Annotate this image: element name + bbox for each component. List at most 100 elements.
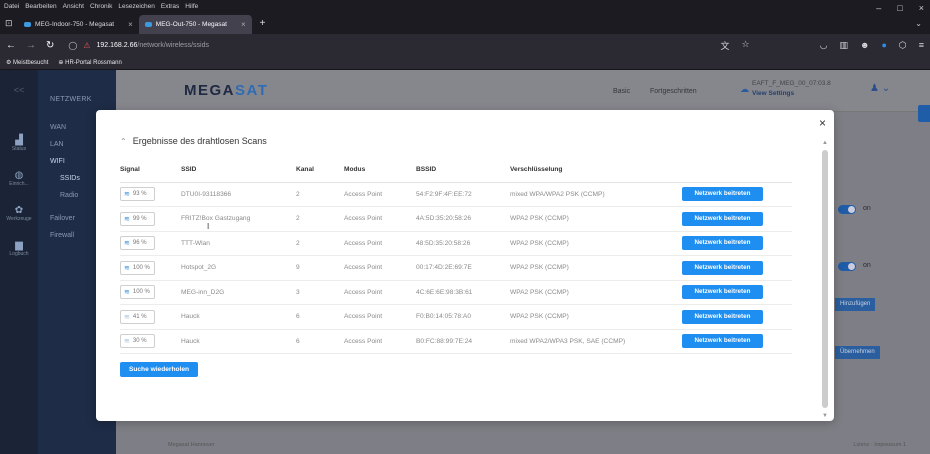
user-icon[interactable]: ♟ ⌄	[870, 83, 890, 94]
channel-cell: 2	[296, 206, 344, 232]
col-bssid: BSSID	[416, 158, 510, 183]
mode-cell: Access Point	[344, 182, 416, 207]
browser-tab-2[interactable]: MEG-Out-750 - Megasat ×	[138, 15, 252, 34]
browser-tab-1[interactable]: MEG-Indoor-750 - Megasat ×	[18, 15, 139, 34]
menu-item-ansicht[interactable]: Ansicht	[63, 3, 84, 10]
action-cell: Netzwerk beitreten	[682, 231, 792, 256]
gear-icon: ✿	[14, 205, 24, 216]
encryption-cell: WPA2 PSK (CCMP)	[510, 280, 682, 305]
side-panel-tab[interactable]	[918, 105, 930, 122]
tab-overflow-icon[interactable]: ⌄	[915, 19, 922, 28]
join-network-button[interactable]: Netzwerk beitreten	[682, 334, 763, 349]
mode-cell: Access Point	[344, 206, 416, 232]
ssid-cell: Hauck	[181, 329, 296, 354]
apply-button[interactable]: Übernehmen	[835, 346, 880, 359]
maximize-icon[interactable]: □	[897, 3, 902, 13]
rail-status[interactable]: ▟ Status	[0, 135, 38, 152]
view-settings-link[interactable]: View Settings	[752, 90, 794, 97]
library-icon[interactable]: ▥	[839, 40, 848, 51]
encryption-cell: mixed WPA/WPA2 PSK (CCMP)	[510, 182, 682, 207]
join-network-button[interactable]: Netzwerk beitreten	[682, 187, 763, 202]
menu-item-bearbeiten[interactable]: Bearbeiten	[25, 3, 56, 10]
collapse-icon[interactable]: <<	[0, 85, 38, 95]
mode-cell: Access Point	[344, 304, 416, 330]
menu-item-hilfe[interactable]: Hilfe	[185, 3, 198, 10]
translate-icon[interactable]: 文	[720, 39, 729, 52]
new-tab-button[interactable]: +	[252, 18, 274, 29]
encryption-cell: WPA2 PSK (CCMP)	[510, 206, 682, 232]
bookmark-star-icon[interactable]: ☆	[742, 39, 750, 52]
minimize-icon[interactable]: –	[876, 3, 881, 13]
encryption-cell: WPA2 PSK (CCMP)	[510, 255, 682, 281]
channel-cell: 2	[296, 231, 344, 256]
menu-item-lesezeichen[interactable]: Lesezeichen	[118, 3, 155, 10]
col-signal: Signal	[120, 158, 181, 183]
bookmark-hr-portal[interactable]: ⊕ HR-Portal Rossmann	[58, 59, 121, 66]
browser-toolbar: ← → ↻ ◯ ⚠ 192.168.2.66/network/wireless/…	[0, 34, 930, 56]
scroll-down-icon[interactable]: ▼	[822, 413, 828, 419]
mode-cell: Access Point	[344, 231, 416, 256]
mode-cell: Access Point	[344, 255, 416, 281]
pocket-icon[interactable]: ◡	[820, 40, 828, 51]
rescan-button[interactable]: Suche wiederholen	[120, 362, 198, 377]
page-footer: Megasat Hannover Lizenz · Impressum 1	[168, 442, 906, 448]
window-controls: – □ ×	[876, 3, 924, 13]
dialog-header[interactable]: ⌃ Ergebnisse des drahtlosen Scans	[120, 136, 267, 146]
col-encryption: Verschlüsselung	[510, 158, 682, 183]
menu-item-extras[interactable]: Extras	[161, 3, 179, 10]
bookmark-meistbesucht[interactable]: ⚙ Meistbesucht	[6, 59, 48, 66]
channel-cell: 6	[296, 329, 344, 354]
menu-item-datei[interactable]: Datei	[4, 3, 19, 10]
join-network-button[interactable]: Netzwerk beitreten	[682, 211, 763, 226]
join-network-button[interactable]: Netzwerk beitreten	[682, 236, 763, 251]
forward-icon[interactable]: →	[26, 40, 36, 51]
close-tab-icon[interactable]: ×	[241, 20, 246, 29]
wifi-signal-icon: ≋	[124, 191, 130, 199]
signal-badge: ≋ 99 %	[120, 211, 155, 226]
bssid-cell: 4A:5D:35:20:58:26	[416, 206, 510, 232]
close-window-icon[interactable]: ×	[919, 3, 924, 13]
chevron-up-icon[interactable]: ⌃	[120, 137, 127, 146]
rail-setup[interactable]: ◍ Einrich...	[0, 170, 38, 187]
scan-result-row: ≋ 100 % Hotspot_2G 9 Access Point 00:17:4D:2E…	[120, 255, 792, 281]
app-menu-icon[interactable]: ≡	[919, 40, 924, 51]
join-network-button[interactable]: Netzwerk beitreten	[682, 285, 763, 300]
scan-result-row: ≋ 30 % Hauck 6 Access Point B0:FC:88:99:7E:24…	[120, 329, 792, 354]
dialog-title: Ergebnisse des drahtlosen Scans	[132, 136, 267, 146]
toggle-switch[interactable]	[838, 262, 856, 271]
ssid-cell: Hauck	[181, 304, 296, 330]
action-cell: Netzwerk beitreten	[682, 182, 792, 207]
back-icon[interactable]: ←	[6, 40, 16, 51]
close-dialog-button[interactable]: ×	[819, 116, 826, 130]
close-tab-icon[interactable]: ×	[128, 20, 133, 29]
join-network-button[interactable]: Netzwerk beitreten	[682, 309, 763, 324]
lock-warning-icon: ⚠	[83, 40, 91, 50]
menu-item-chronik[interactable]: Chronik	[90, 3, 112, 10]
account-icon[interactable]: ☻	[860, 40, 869, 51]
toggle-switch[interactable]	[838, 205, 856, 214]
signal-badge: ≋ 30 %	[120, 334, 155, 349]
mode-basic-link[interactable]: Basic	[613, 88, 630, 95]
extension-icon[interactable]: ●	[881, 40, 886, 51]
reload-icon[interactable]: ↻	[46, 40, 54, 51]
tab-list-icon[interactable]: ⊡	[0, 18, 18, 29]
mode-expert-link[interactable]: Fortgeschritten	[650, 88, 697, 95]
signal-badge: ≋ 41 %	[120, 309, 155, 324]
join-network-button[interactable]: Netzwerk beitreten	[682, 260, 763, 275]
favicon-icon	[24, 22, 31, 27]
scan-result-row: ≋ 100 % MEG-inn_D2G 3 Access Point 4C:6E:6E:9…	[120, 280, 792, 305]
signal-cell: ≋ 41 %	[120, 304, 181, 330]
signal-cell: ≋ 30 %	[120, 329, 181, 354]
extensions-puzzle-icon[interactable]: ⬡	[899, 40, 907, 51]
add-button[interactable]: Hinzufügen	[835, 298, 876, 311]
rail-log[interactable]: ▆ Logbuch	[0, 240, 38, 257]
table-header-row: Signal SSID Kanal Modus BSSID Verschlüss…	[120, 158, 792, 183]
rail-tools[interactable]: ✿ Werkzeuge	[0, 205, 38, 222]
scroll-up-icon[interactable]: ▲	[822, 140, 828, 146]
dialog-scrollbar[interactable]: ▲ ▼	[822, 140, 828, 419]
url-bar[interactable]: ◯ ⚠ 192.168.2.66/network/wireless/ssids	[64, 37, 710, 53]
ssid-cell: TTT-Wlan	[181, 231, 296, 256]
ssid-cell: MEG-inn_D2G	[181, 280, 296, 305]
encryption-cell: mixed WPA2/WPA3 PSK, SAE (CCMP)	[510, 329, 682, 354]
scroll-thumb[interactable]	[822, 150, 828, 408]
